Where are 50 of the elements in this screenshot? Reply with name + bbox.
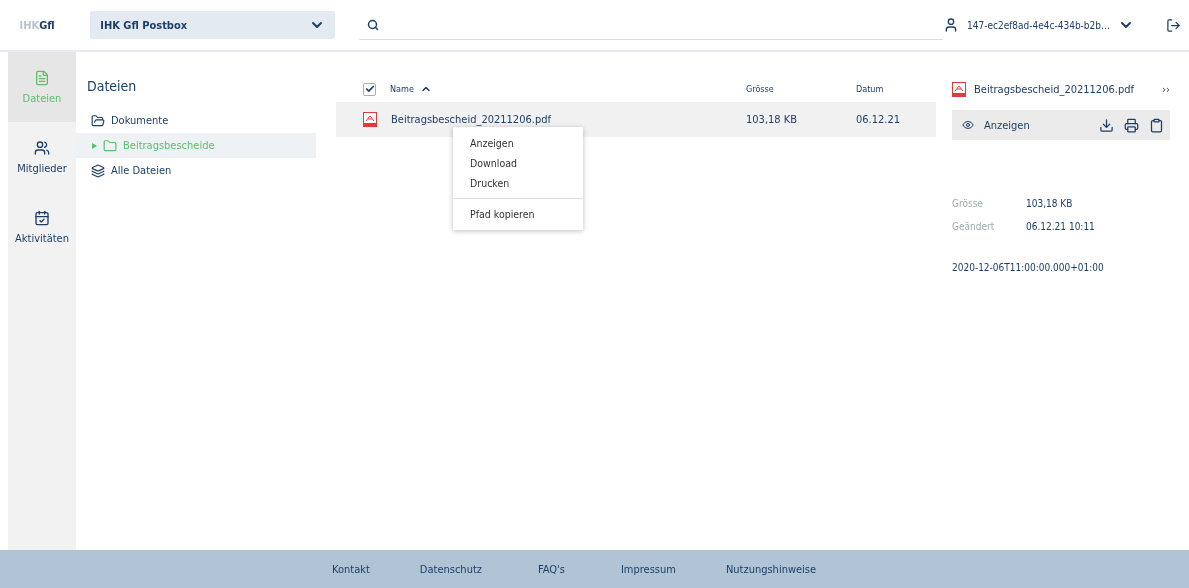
nav-tab[interactable]: Mitglieder <box>8 122 76 192</box>
property-value: 103,18 KB <box>1026 198 1074 209</box>
property-label: Grösse <box>952 198 984 209</box>
download-icon[interactable] <box>1099 117 1114 133</box>
timestamp: 2020-12-06T11:00:00.000+01:00 <box>952 262 1105 273</box>
pdf-icon <box>363 112 377 127</box>
tree-item[interactable]: Alle Dateien <box>76 158 316 183</box>
layers-icon <box>91 163 105 178</box>
expand-arrow-icon <box>92 142 97 149</box>
tree-label: Alle Dateien <box>111 164 172 177</box>
folder-open-icon <box>91 113 105 128</box>
property-value: 06.12.21 10:11 <box>1026 221 1096 232</box>
column-header[interactable]: Name <box>390 83 746 95</box>
checkbox[interactable] <box>363 82 376 96</box>
file-row[interactable]: Beitragsbescheid_20211206.pdf 103,18 KB 06.12.21 <box>336 102 936 137</box>
tree-title: Dateien <box>86 78 138 94</box>
menu-item[interactable]: Drucken <box>453 173 583 193</box>
table-cell: 06.12.21 <box>856 113 901 126</box>
footer-link[interactable]: Nutzungshinweise <box>725 562 817 576</box>
users-icon <box>34 139 50 156</box>
print-icon[interactable] <box>1124 117 1139 133</box>
folder-icon <box>103 138 117 153</box>
user-name[interactable]: 147-ec2ef8ad-4e4c-434b-b2b… <box>967 19 1110 31</box>
menu-item[interactable]: Pfad kopieren <box>453 204 583 224</box>
search-icon <box>366 18 379 31</box>
file-title: Beitragsbescheid_20211206.pdf <box>974 82 1135 96</box>
footer-link[interactable]: Impressum <box>620 562 676 576</box>
postbox-select[interactable]: IHK Gfl Postbox <box>90 11 335 39</box>
tree-label: Beitragsbescheide <box>123 139 215 152</box>
tree-label: Dokumente <box>111 114 169 127</box>
calendar-icon <box>34 209 50 226</box>
logout-icon[interactable] <box>1166 17 1181 33</box>
pdf-icon <box>952 81 966 97</box>
footer-link[interactable]: Kontakt <box>332 562 370 576</box>
view-link[interactable]: Anzeigen <box>984 118 1089 132</box>
clipboard-icon[interactable] <box>1149 117 1164 133</box>
column-header[interactable]: Datum <box>856 84 936 94</box>
footer-link[interactable]: FAQ's <box>538 562 565 576</box>
column-header[interactable]: Grösse <box>746 84 856 94</box>
file-icon <box>34 69 50 86</box>
collapse-button[interactable]: ›› <box>1162 82 1170 96</box>
tree-item[interactable]: Dokumente <box>76 108 316 133</box>
nav-tab[interactable]: Aktivitäten <box>8 192 76 262</box>
table-cell: 103,18 KB <box>746 113 798 126</box>
property-label: Geändert <box>952 221 996 232</box>
logo: IHKGfl <box>18 18 56 32</box>
menu-item[interactable]: Download <box>453 153 583 173</box>
footer-link[interactable]: Datenschutz <box>419 562 482 576</box>
eye-icon <box>962 119 974 131</box>
table-cell: Beitragsbescheid_20211206.pdf <box>391 113 551 126</box>
